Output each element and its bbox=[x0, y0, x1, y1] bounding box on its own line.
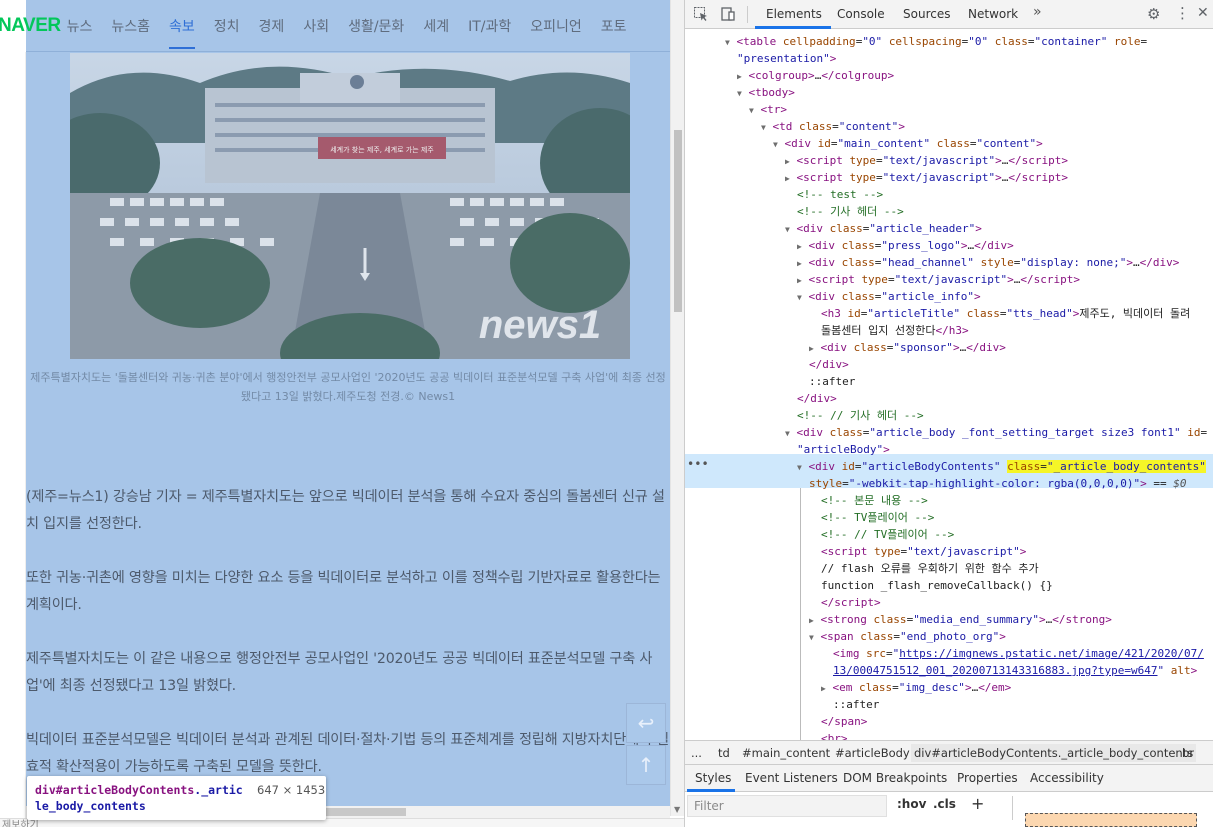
naver-logo[interactable]: NAVER bbox=[0, 15, 61, 37]
breadcrumb-item[interactable]: td bbox=[718, 746, 730, 760]
expand-toggle-icon[interactable]: ▼ bbox=[797, 293, 802, 302]
hover-state-toggle[interactable]: :hov bbox=[897, 797, 926, 811]
arrow-up-icon: ↑ bbox=[637, 753, 655, 777]
kebab-menu-icon[interactable]: ⋮ bbox=[1175, 4, 1190, 22]
tab-console[interactable]: Console bbox=[837, 7, 885, 21]
expand-toggle-icon[interactable]: ▶ bbox=[809, 616, 814, 625]
expand-toggle-icon[interactable]: ▶ bbox=[809, 344, 814, 353]
nav-item[interactable]: 오피니언 bbox=[530, 16, 582, 36]
tab-sources[interactable]: Sources bbox=[903, 7, 950, 21]
nav-item[interactable]: 경제 bbox=[259, 16, 285, 36]
toolbar-separator bbox=[747, 6, 748, 23]
breadcrumb-item[interactable]: #articleBody bbox=[835, 746, 910, 760]
dom-breadcrumb: ... td #main_content #articleBody div#ar… bbox=[685, 740, 1213, 765]
devtools-toolbar: Elements Console Sources Network » ⚙ ⋮ ✕ bbox=[685, 0, 1213, 29]
nav-item[interactable]: 세계 bbox=[423, 16, 449, 36]
article-paragraph: 제주특별자치도는 이 같은 내용으로 행정안전부 공모사업인 '2020년도 공… bbox=[26, 651, 653, 694]
expand-toggle-icon[interactable]: ▶ bbox=[737, 72, 742, 81]
scrollbar-thumb[interactable] bbox=[326, 808, 406, 816]
add-style-rule-button[interactable]: + bbox=[971, 794, 984, 813]
tab-dom-breakpoints[interactable]: DOM Breakpoints bbox=[843, 771, 947, 785]
node-options-icon[interactable]: ••• bbox=[687, 456, 709, 473]
tooltip-selector: div#articleBodyContents._article_body_co… bbox=[35, 783, 243, 813]
expand-toggle-icon[interactable]: ▼ bbox=[773, 140, 778, 149]
expand-toggle-icon[interactable]: ▼ bbox=[785, 429, 790, 438]
more-tabs-icon[interactable]: » bbox=[1033, 4, 1042, 20]
page-vertical-scrollbar[interactable]: ▼ bbox=[670, 0, 684, 816]
expand-toggle-icon[interactable]: ▶ bbox=[797, 276, 802, 285]
scroll-down-arrow-icon[interactable]: ▼ bbox=[674, 805, 680, 814]
svg-text:세계가 찾는 제주, 세계로 가는 제주: 세계가 찾는 제주, 세계로 가는 제주 bbox=[330, 145, 434, 154]
page-left-margin bbox=[0, 52, 26, 827]
box-model-margin bbox=[1025, 813, 1197, 827]
expand-toggle-icon[interactable]: ▶ bbox=[785, 174, 790, 183]
styles-filter-input[interactable]: Filter bbox=[687, 795, 887, 817]
tab-properties[interactable]: Properties bbox=[957, 771, 1018, 785]
breadcrumb-item-current[interactable]: div#articleBodyContents._article_body_co… bbox=[911, 744, 1197, 762]
expand-toggle-icon[interactable]: ▶ bbox=[821, 684, 826, 693]
article-paragraph: 또한 귀농·귀촌에 영향을 미치는 다양한 요소 등을 빅데이터로 분석하고 이… bbox=[26, 570, 661, 613]
tooltip-dimensions: 647 × 1453 bbox=[257, 783, 326, 797]
photo-caption: 제주특별자치도는 '돌봄센터와 귀농·귀촌 분야'에서 행정안전부 공모사업인 … bbox=[30, 371, 666, 403]
scroll-top-button[interactable]: ↑ bbox=[626, 745, 666, 785]
inspect-tooltip: div#articleBodyContents._article_body_co… bbox=[27, 776, 326, 820]
expand-toggle-icon[interactable]: ▼ bbox=[785, 225, 790, 234]
devtools-panel: Elements Console Sources Network » ⚙ ⋮ ✕… bbox=[684, 0, 1213, 827]
expand-toggle-icon[interactable]: ▶ bbox=[797, 259, 802, 268]
nav-item[interactable]: IT/과학 bbox=[468, 16, 511, 36]
back-arrow-button[interactable]: ↩ bbox=[626, 703, 666, 743]
device-toolbar-icon[interactable] bbox=[720, 6, 736, 22]
expand-toggle-icon[interactable]: ▼ bbox=[797, 463, 802, 472]
scrollbar-thumb[interactable] bbox=[674, 130, 682, 312]
sidebar-tabs: Styles Event Listeners DOM Breakpoints P… bbox=[685, 765, 1213, 792]
inspect-element-icon[interactable] bbox=[693, 6, 709, 22]
tab-accessibility[interactable]: Accessibility bbox=[1030, 771, 1104, 785]
article-paragraph: 빅데이터 표준분석모델은 빅데이터 분석과 관계된 데이터·절차·기법 등의 표… bbox=[26, 732, 669, 775]
indent-guide bbox=[800, 488, 801, 740]
tab-styles[interactable]: Styles bbox=[695, 771, 731, 785]
global-nav: NAVER 뉴스 뉴스홈 속보 정치 경제 사회 생활/문화 세계 IT/과학 오피니언 포토 bbox=[0, 0, 670, 52]
gear-icon[interactable]: ⚙ bbox=[1147, 5, 1160, 23]
breadcrumb-item[interactable]: br bbox=[1182, 746, 1194, 760]
jeju-office-photo: 세계가 찾는 제주, 세계로 가는 제주 news1 bbox=[70, 53, 630, 359]
expand-toggle-icon[interactable]: ▼ bbox=[737, 89, 742, 98]
expand-toggle-icon[interactable]: ▶ bbox=[797, 242, 802, 251]
page-viewport: NAVER 뉴스 뉴스홈 속보 정치 경제 사회 생활/문화 세계 IT/과학 오피니언 포토 bbox=[0, 0, 684, 827]
nav-item[interactable]: 사회 bbox=[303, 16, 329, 36]
nav-item[interactable]: 속보 bbox=[169, 16, 195, 49]
breadcrumb-item[interactable]: ... bbox=[691, 746, 702, 760]
expand-toggle-icon[interactable]: ▼ bbox=[725, 38, 730, 47]
close-icon[interactable]: ✕ bbox=[1197, 5, 1209, 21]
nav-item[interactable]: 뉴스홈 bbox=[111, 16, 150, 36]
class-toggle[interactable]: .cls bbox=[933, 797, 956, 811]
nav-item[interactable]: 정치 bbox=[214, 16, 240, 36]
expand-toggle-icon[interactable]: ▼ bbox=[809, 633, 814, 642]
styles-filter-bar: Filter :hov .cls + bbox=[685, 792, 1213, 827]
dom-tree[interactable]: ••• ▼ <table cellpadding="0" cellspacing… bbox=[685, 29, 1213, 740]
nav-menu: 뉴스 뉴스홈 속보 정치 경제 사회 생활/문화 세계 IT/과학 오피니언 포토 bbox=[67, 16, 646, 49]
tab-network[interactable]: Network bbox=[968, 7, 1018, 21]
expand-toggle-icon[interactable]: ▼ bbox=[761, 123, 766, 132]
news1-watermark: news1 bbox=[479, 303, 601, 347]
expand-toggle-icon[interactable]: ▶ bbox=[785, 157, 790, 166]
tab-event-listeners[interactable]: Event Listeners bbox=[745, 771, 838, 785]
article-photo: 세계가 찾는 제주, 세계로 가는 제주 news1 bbox=[70, 53, 630, 359]
expand-toggle-icon[interactable]: ▼ bbox=[749, 106, 754, 115]
article-paragraph: (제주=뉴스1) 강승남 기자 = 제주특별자치도는 앞으로 빅데이터 분석을 … bbox=[26, 489, 665, 532]
nav-divider bbox=[26, 51, 670, 52]
tab-elements[interactable]: Elements bbox=[766, 7, 822, 21]
nav-item[interactable]: 포토 bbox=[601, 16, 627, 36]
nav-item[interactable]: 생활/문화 bbox=[348, 16, 404, 36]
nav-item[interactable]: 뉴스 bbox=[67, 16, 93, 36]
return-arrow-icon: ↩ bbox=[637, 711, 655, 735]
filter-separator bbox=[1012, 796, 1013, 820]
breadcrumb-item[interactable]: #main_content bbox=[742, 746, 830, 760]
